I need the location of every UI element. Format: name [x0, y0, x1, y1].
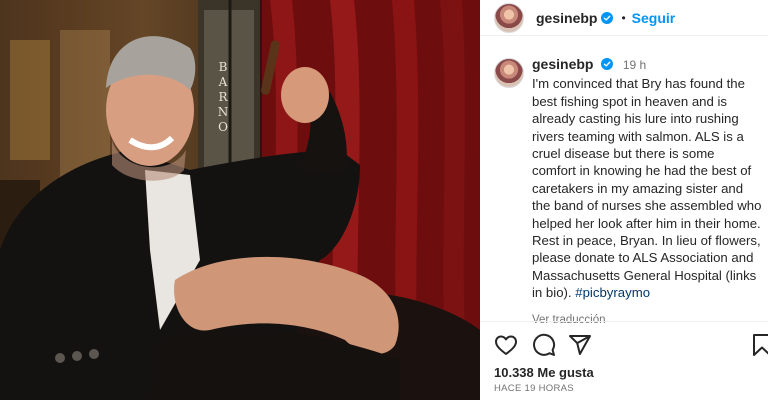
caption-username[interactable]: gesinebp	[532, 56, 593, 72]
header-username[interactable]: gesinebp	[536, 10, 597, 26]
bookmark-icon[interactable]	[752, 333, 768, 357]
action-bar	[494, 333, 768, 359]
divider	[480, 321, 768, 322]
caption-text: I'm convinced that Bry has found the bes…	[532, 75, 762, 301]
post-details-panel: gesinebp • Seguir gesinebp 19 h I'm conv…	[480, 0, 768, 400]
follow-button[interactable]: Seguir	[632, 10, 676, 26]
post-photo[interactable]: BARNO	[0, 0, 480, 400]
separator-dot: •	[621, 10, 626, 25]
caption-body: gesinebp 19 h I'm convinced that Bry has…	[532, 56, 762, 329]
caption-text-body: I'm convinced that Bry has found the bes…	[532, 76, 762, 301]
verified-badge-icon	[601, 11, 614, 24]
likes-count[interactable]: 10.338 Me gusta	[494, 365, 594, 380]
window-sign-text: BARNO	[217, 60, 229, 134]
comment-bubble-icon[interactable]	[532, 333, 556, 357]
avatar[interactable]	[494, 2, 524, 33]
caption: gesinebp 19 h I'm convinced that Bry has…	[494, 56, 762, 329]
verified-badge-icon	[601, 58, 614, 70]
caption-time[interactable]: 19 h	[623, 58, 646, 72]
heart-icon[interactable]	[494, 333, 518, 357]
paper-plane-icon[interactable]	[568, 333, 592, 357]
post-header: gesinebp • Seguir	[480, 0, 768, 36]
caption-avatar[interactable]	[494, 58, 524, 88]
post-timestamp[interactable]: HACE 19 HORAS	[494, 383, 574, 394]
caption-header: gesinebp 19 h	[532, 56, 762, 74]
hashtag-link[interactable]: #picbyraymo	[575, 285, 650, 300]
photo-illustration	[0, 0, 480, 400]
